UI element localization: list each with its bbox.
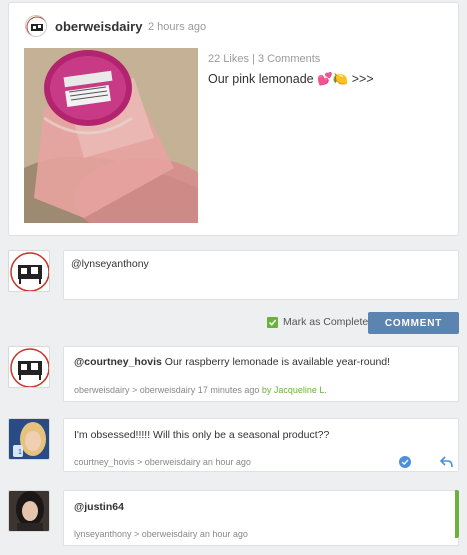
selected-indicator: [455, 490, 459, 538]
reply-icon[interactable]: [439, 455, 453, 473]
post-username[interactable]: oberweisdairy: [55, 19, 142, 34]
post-caption: Our pink lemonade 💕🍋 >>>: [208, 72, 374, 86]
checkbox-checked-icon[interactable]: [267, 316, 278, 328]
comment-mention[interactable]: @courtney_hovis: [74, 356, 162, 368]
reply-input[interactable]: @lynseyanthony: [63, 250, 459, 300]
mark-complete-toggle[interactable]: Mark as Complete: [267, 316, 368, 328]
mark-complete-label: Mark as Complete: [283, 316, 369, 328]
post-timestamp: 2 hours ago: [148, 21, 207, 33]
post-stats[interactable]: 22 Likes | 3 Comments: [208, 53, 320, 65]
comment-body: Our raspberry lemonade is available year…: [161, 356, 391, 368]
svg-text:1: 1: [18, 449, 22, 456]
brand-avatar[interactable]: [8, 346, 50, 388]
comment-card: @justin64 lynseyanthony > oberweisdairy …: [63, 490, 459, 546]
post-photo[interactable]: [24, 48, 198, 223]
comment-staff: by Jacqueline L.: [261, 385, 327, 395]
comment-body: I'm obsessed!!!!! Will this only be a se…: [74, 429, 330, 441]
comment-card: I'm obsessed!!!!! Will this only be a se…: [63, 418, 459, 472]
comment-meta-text: lynseyanthony > oberweisdairy an hour ag…: [74, 529, 248, 539]
comment-button[interactable]: COMMENT: [368, 312, 459, 334]
post-card: oberweisdairy 2 hours ago 22 Likes | 3 C…: [8, 2, 459, 236]
user-avatar[interactable]: [8, 490, 50, 532]
comment-meta: oberweisdairy > oberweisdairy 17 minutes…: [74, 385, 327, 395]
brand-avatar[interactable]: [25, 15, 47, 37]
comment-text: @courtney_hovis Our raspberry lemonade i…: [74, 356, 390, 368]
comment-meta-text: oberweisdairy > oberweisdairy 17 minutes…: [74, 385, 260, 395]
comment-meta-text: courtney_hovis > oberweisdairy an hour a…: [74, 457, 251, 467]
brand-avatar: [8, 250, 50, 292]
user-avatar[interactable]: 1: [8, 418, 50, 460]
check-circle-icon[interactable]: [399, 455, 411, 473]
comment-card: @courtney_hovis Our raspberry lemonade i…: [63, 346, 459, 402]
comment-mention[interactable]: @justin64: [74, 501, 124, 513]
